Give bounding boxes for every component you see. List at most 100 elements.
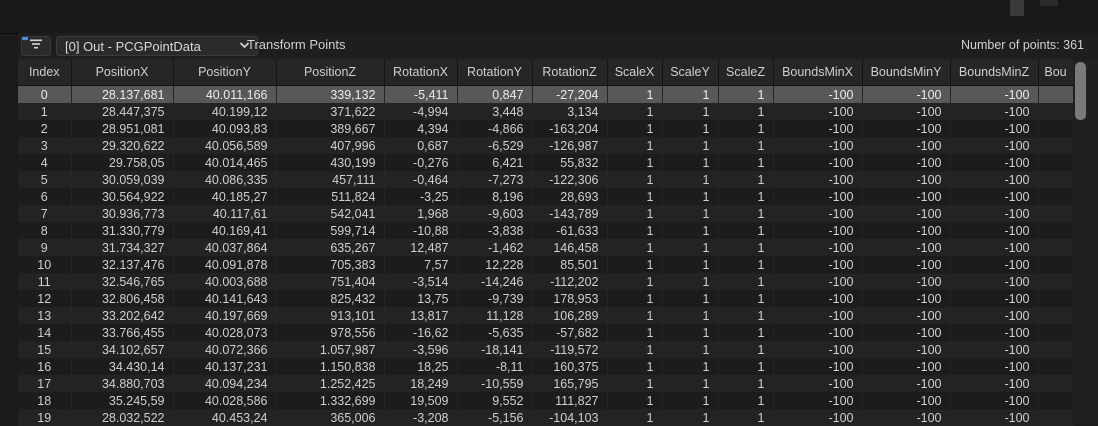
table-cell: 32.806,458 xyxy=(71,290,173,307)
table-row[interactable]: 1032.137,47640.091,878705,3837,5712,2288… xyxy=(18,256,1073,273)
table-cell: 705,383 xyxy=(276,256,384,273)
table-row[interactable]: 1634.430,1440.137,2311.150,83818,25-8,11… xyxy=(18,358,1073,375)
table-cell xyxy=(1038,290,1073,307)
column-header[interactable]: Index xyxy=(18,59,71,86)
table-cell: -5,156 xyxy=(457,409,532,426)
table-cell: -100 xyxy=(950,222,1038,239)
column-header[interactable]: PositionY xyxy=(173,59,276,86)
table-cell: 40.137,231 xyxy=(173,358,276,375)
table-cell: 85,501 xyxy=(532,256,607,273)
column-header[interactable]: BoundsMinZ xyxy=(950,59,1038,86)
table-cell: 389,667 xyxy=(276,120,384,137)
table-row[interactable]: 228.951,08140.093,83389,6674,394-4,866-1… xyxy=(18,120,1073,137)
table-cell: -100 xyxy=(773,137,862,154)
table-cell: 18,25 xyxy=(384,358,457,375)
table-cell: 4,394 xyxy=(384,120,457,137)
table-cell: -100 xyxy=(950,273,1038,290)
table-cell: 28.137,681 xyxy=(71,86,173,104)
table-row[interactable]: 831.330,77940.169,41599,714-10,88-3,838-… xyxy=(18,222,1073,239)
table-header-row: IndexPositionXPositionYPositionZRotation… xyxy=(18,59,1073,86)
column-header[interactable]: ScaleZ xyxy=(718,59,773,86)
table-cell: -5,411 xyxy=(384,86,457,104)
pin-selector-dropdown[interactable]: [0] Out - PCGPointData xyxy=(56,36,258,56)
table-row[interactable]: 1734.880,70340.094,2341.252,42518,249-10… xyxy=(18,375,1073,392)
column-header[interactable]: RotationX xyxy=(384,59,457,86)
table-cell: -100 xyxy=(862,154,950,171)
attribute-list-panel: [0] Out - PCGPointData Transform Points … xyxy=(18,33,1098,425)
table-row[interactable]: 1534.102,65740.072,3661.057,987-3,596-18… xyxy=(18,341,1073,358)
table-cell: 1 xyxy=(718,171,773,188)
table-cell: 35.245,59 xyxy=(71,392,173,409)
graph-area-strip xyxy=(0,0,1098,34)
table-cell: -9,603 xyxy=(457,205,532,222)
table-row[interactable]: 530.059,03940.086,335457,111-0,464-7,273… xyxy=(18,171,1073,188)
column-header[interactable]: ScaleX xyxy=(607,59,662,86)
table-cell: 30.564,922 xyxy=(71,188,173,205)
table-cell: 0,847 xyxy=(457,86,532,104)
column-header[interactable]: BoundsMinY xyxy=(862,59,950,86)
table-cell: 1 xyxy=(718,290,773,307)
table-cell: 40.091,878 xyxy=(173,256,276,273)
graph-scroll-handle[interactable] xyxy=(1010,0,1024,16)
table-row[interactable]: 028.137,68140.011,166339,132-5,4110,847-… xyxy=(18,86,1073,104)
table-row[interactable]: 1333.202,64240.197,669913,10113,81711,12… xyxy=(18,307,1073,324)
table-cell: 511,824 xyxy=(276,188,384,205)
table-row[interactable]: 630.564,92240.185,27511,824-3,258,19628,… xyxy=(18,188,1073,205)
table-cell: -122,306 xyxy=(532,171,607,188)
table-cell: 7,57 xyxy=(384,256,457,273)
table-cell: 31.734,327 xyxy=(71,239,173,256)
table-row[interactable]: 1835.245,5940.028,5861.332,69919,5099,55… xyxy=(18,392,1073,409)
table-cell: -163,204 xyxy=(532,120,607,137)
table-row[interactable]: 1232.806,45840.141,643825,43213,75-9,739… xyxy=(18,290,1073,307)
table-cell xyxy=(1038,86,1073,104)
table-cell: 1 xyxy=(662,307,718,324)
table-cell: -100 xyxy=(773,375,862,392)
table-row[interactable]: 429.758,0540.014,465430,199-0,2766,42155… xyxy=(18,154,1073,171)
table-cell: 10 xyxy=(18,256,71,273)
table-row[interactable]: 128.447,37540.199,12371,622-4,9943,4483,… xyxy=(18,103,1073,120)
table-cell: -119,572 xyxy=(532,341,607,358)
column-header[interactable]: Bou xyxy=(1038,59,1073,86)
graph-scroll-handle-secondary[interactable] xyxy=(1040,0,1058,6)
table-row[interactable]: 931.734,32740.037,864635,26712,487-1,462… xyxy=(18,239,1073,256)
column-header[interactable]: PositionZ xyxy=(276,59,384,86)
table-cell: 13,75 xyxy=(384,290,457,307)
table-cell: -100 xyxy=(773,171,862,188)
table-row[interactable]: 730.936,77340.117,61542,0411,968-9,603-1… xyxy=(18,205,1073,222)
column-header[interactable]: ScaleY xyxy=(662,59,718,86)
table-cell: 1 xyxy=(607,205,662,222)
table-cell: 1 xyxy=(607,290,662,307)
table-cell: -100 xyxy=(950,409,1038,426)
table-cell: 1 xyxy=(718,120,773,137)
table-cell: 40.169,41 xyxy=(173,222,276,239)
table-row[interactable]: 1928.032,52240.453,24365,006-3,208-5,156… xyxy=(18,409,1073,426)
table-cell: 40.093,83 xyxy=(173,120,276,137)
table-cell: 407,996 xyxy=(276,137,384,154)
column-header[interactable]: RotationZ xyxy=(532,59,607,86)
table-row[interactable]: 1132.546,76540.003,688751,404-3,514-14,2… xyxy=(18,273,1073,290)
table-row[interactable]: 1433.766,45540.028,073978,556-16,62-5,63… xyxy=(18,324,1073,341)
table-cell: 1 xyxy=(662,392,718,409)
table-cell: 178,953 xyxy=(532,290,607,307)
table-cell: -100 xyxy=(950,358,1038,375)
table-scrollbar-thumb[interactable] xyxy=(1075,62,1086,120)
table-cell: 599,714 xyxy=(276,222,384,239)
table-row[interactable]: 329.320,62240.056,589407,9960,687-6,529-… xyxy=(18,137,1073,154)
filter-button[interactable] xyxy=(21,36,51,56)
table-cell: -100 xyxy=(950,120,1038,137)
table-cell: 1 xyxy=(607,358,662,375)
table-cell: 1 xyxy=(607,222,662,239)
table-cell: -100 xyxy=(773,154,862,171)
table-cell: -10,88 xyxy=(384,222,457,239)
table-cell: 1 xyxy=(607,86,662,104)
column-header[interactable]: PositionX xyxy=(71,59,173,86)
table-cell xyxy=(1038,358,1073,375)
column-header[interactable]: BoundsMinX xyxy=(773,59,862,86)
node-title: Transform Points xyxy=(247,37,346,52)
table-cell: 40.072,366 xyxy=(173,341,276,358)
table-cell: -8,11 xyxy=(457,358,532,375)
table-cell: -1,462 xyxy=(457,239,532,256)
table-cell: 1 xyxy=(718,222,773,239)
column-header[interactable]: RotationY xyxy=(457,59,532,86)
table-cell: -0,276 xyxy=(384,154,457,171)
